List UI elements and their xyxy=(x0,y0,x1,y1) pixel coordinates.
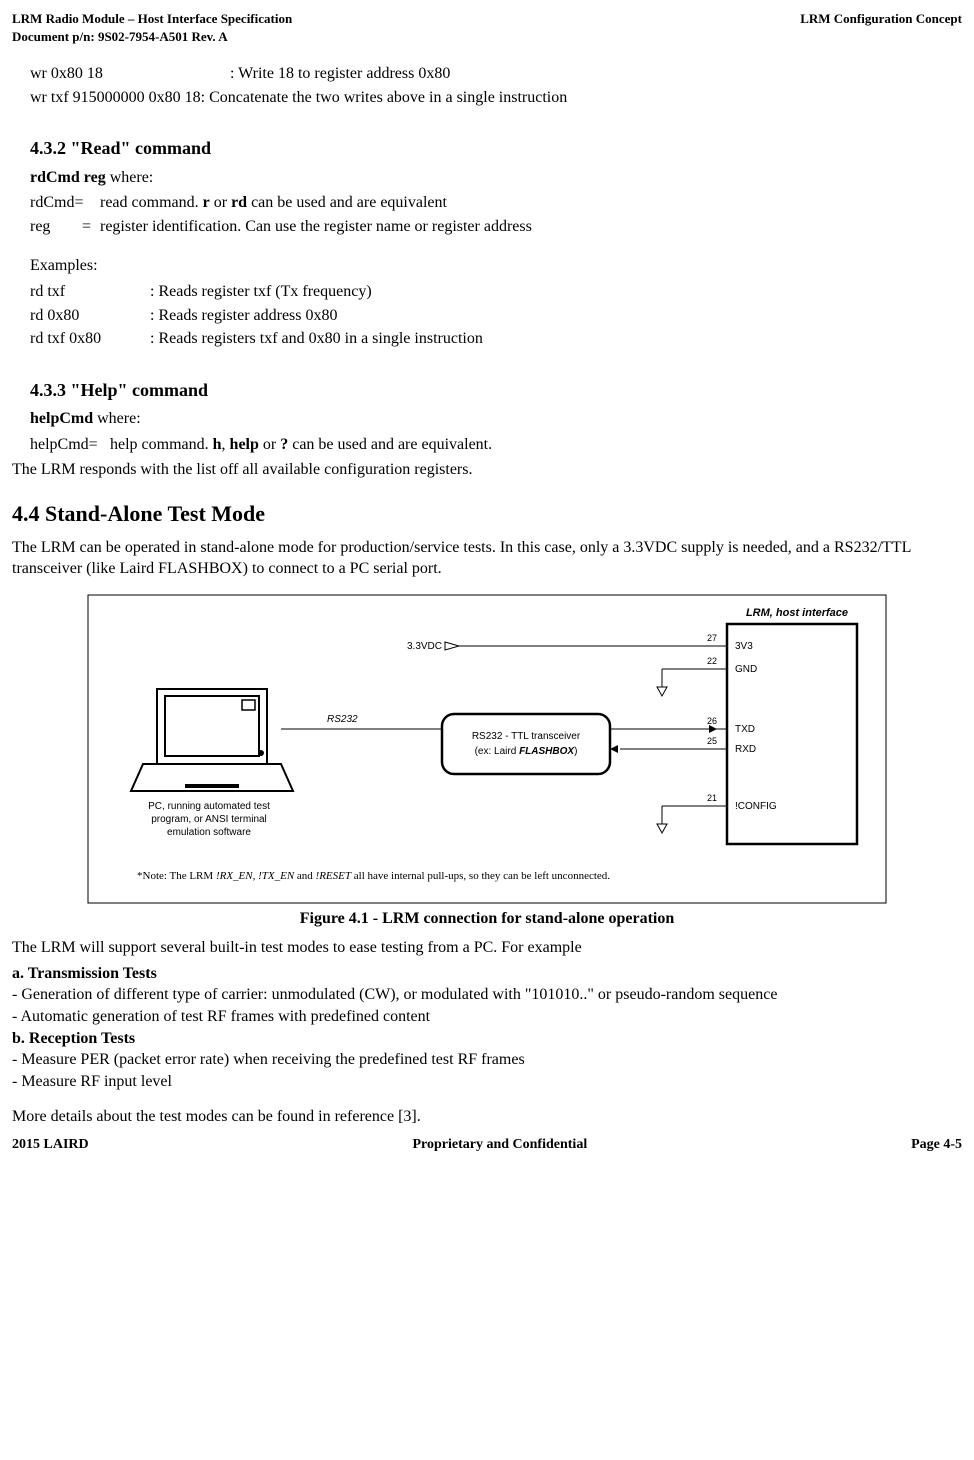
help-syntax: helpCmd where: xyxy=(30,408,962,430)
p-after-fig: The LRM will support several built-in te… xyxy=(12,937,962,959)
b-line1: - Measure PER (packet error rate) when r… xyxy=(12,1049,962,1071)
fig-sig-rxd: RXD xyxy=(735,744,756,755)
help-def-val: help command. h, help or ? can be used a… xyxy=(110,434,492,456)
rd-def2-eq: = xyxy=(82,216,100,238)
read-syntax-cmd: rdCmd reg xyxy=(30,169,106,186)
fig-pin26: 26 xyxy=(707,716,717,726)
rd-def1-rd: rd xyxy=(231,194,247,211)
read-example-2: rd 0x80 : Reads register address 0x80 xyxy=(30,305,962,327)
rd-def1-or: or xyxy=(210,194,231,211)
fig-rs232: RS232 xyxy=(327,714,358,725)
rd-ex1-cmd: rd txf xyxy=(30,281,150,303)
a-heading: a. Transmission Tests xyxy=(12,963,962,985)
fig-transceiver-l2: (ex: Laird FLASHBOX) xyxy=(475,746,578,757)
page-header: LRM Radio Module – Host Interface Specif… xyxy=(12,10,962,45)
help-def-pre: help command. xyxy=(110,436,213,453)
header-title: LRM Radio Module – Host Interface Specif… xyxy=(12,11,292,26)
fig-pc-l1: PC, running automated test xyxy=(148,801,270,812)
examples-label: Examples: xyxy=(30,255,962,277)
rd-ex2-cmd: rd 0x80 xyxy=(30,305,150,327)
help-def-tail: can be used and are equivalent. xyxy=(288,436,492,453)
p-44: The LRM can be operated in stand-alone m… xyxy=(12,537,962,580)
heading-44: 4.4 Stand-Alone Test Mode xyxy=(12,499,962,529)
figure-svg: LRM, host interface 3V3 GND TXD RXD !CON… xyxy=(87,594,887,904)
footer-center: Proprietary and Confidential xyxy=(412,1136,587,1155)
b-heading: b. Reception Tests xyxy=(12,1028,962,1050)
fig-sig-txd: TXD xyxy=(735,724,755,735)
laptop-icon xyxy=(131,689,293,791)
a-line1: - Generation of different type of carrie… xyxy=(12,984,962,1006)
read-def-rdcmd: rdCmd= read command. r or rd can be used… xyxy=(30,192,962,214)
write-example-2: wr txf 915000000 0x80 18: Concatenate th… xyxy=(30,87,962,109)
page-footer: 2015 LAIRD Proprietary and Confidential … xyxy=(12,1136,962,1155)
fig-pin22: 22 xyxy=(707,656,717,666)
help-def-help: help xyxy=(230,436,259,453)
fig-sig-config: !CONFIG xyxy=(735,801,777,812)
fig-pc-l2: program, or ANSI terminal xyxy=(151,814,267,825)
fig-note: *Note: The LRM !RX_EN, !TX_EN and !RESET… xyxy=(137,870,610,882)
help-def-c2: or xyxy=(259,436,280,453)
fig-pc-l3: emulation software xyxy=(167,827,251,838)
fig-pin21: 21 xyxy=(707,793,717,803)
help-syntax-cmd: helpCmd xyxy=(30,410,93,427)
rd-def2-val: register identification. Can use the reg… xyxy=(100,216,532,238)
a-line2: - Automatic generation of test RF frames… xyxy=(12,1006,962,1028)
fig-label-lrm: LRM, host interface xyxy=(746,607,848,619)
help-def-h: h xyxy=(213,436,222,453)
rd-def1-r: r xyxy=(203,194,210,211)
heading-432: 4.3.2 "Read" command xyxy=(30,136,962,160)
rd-def1-val: read command. r or rd can be used and ar… xyxy=(100,192,447,214)
fig-pin25: 25 xyxy=(707,736,717,746)
read-syntax-where: where: xyxy=(106,169,154,186)
fig-transceiver-l1: RS232 - TTL transceiver xyxy=(472,731,581,742)
figure-caption: Figure 4.1 - LRM connection for stand-al… xyxy=(12,908,962,930)
rd-ex3-desc: : Reads registers txf and 0x80 in a sing… xyxy=(150,328,483,350)
footer-right: Page 4-5 xyxy=(911,1136,962,1155)
wr-ex1-desc: : Write 18 to register address 0x80 xyxy=(230,63,450,85)
fig-sig-3v3: 3V3 xyxy=(735,641,753,652)
wr-ex1-cmd: wr 0x80 18 xyxy=(30,63,230,85)
rd-ex2-desc: : Reads register address 0x80 xyxy=(150,305,338,327)
rd-def2-key: reg xyxy=(30,216,82,238)
help-def: helpCmd= help command. h, help or ? can … xyxy=(30,434,962,456)
rd-def1-pre: read command. xyxy=(100,194,203,211)
fig-pin27: 27 xyxy=(707,633,717,643)
heading-433: 4.3.3 "Help" command xyxy=(30,378,962,402)
rd-ex3-cmd: rd txf 0x80 xyxy=(30,328,150,350)
read-example-3: rd txf 0x80 : Reads registers txf and 0x… xyxy=(30,328,962,350)
rd-ex1-desc: : Reads register txf (Tx frequency) xyxy=(150,281,372,303)
header-doc-pn: Document p/n: 9S02-7954-A501 Rev. A xyxy=(12,29,228,44)
help-syntax-where: where: xyxy=(93,410,141,427)
header-left: LRM Radio Module – Host Interface Specif… xyxy=(12,10,292,45)
more-details: More details about the test modes can be… xyxy=(12,1106,962,1128)
figure-41: LRM, host interface 3V3 GND TXD RXD !CON… xyxy=(12,594,962,904)
read-example-1: rd txf : Reads register txf (Tx frequenc… xyxy=(30,281,962,303)
read-def-reg: reg = register identification. Can use t… xyxy=(30,216,962,238)
rd-def1-key: rdCmd= xyxy=(30,192,100,214)
write-example-1: wr 0x80 18 : Write 18 to register addres… xyxy=(30,63,962,85)
help-def-key: helpCmd= xyxy=(30,434,110,456)
footer-left: 2015 LAIRD xyxy=(12,1136,89,1155)
rd-def1-tail: can be used and are equivalent xyxy=(247,194,447,211)
fig-sig-gnd: GND xyxy=(735,664,757,675)
help-def-c1: , xyxy=(222,436,230,453)
fig-33vdc: 3.3VDC xyxy=(407,641,442,652)
read-syntax: rdCmd reg where: xyxy=(30,167,962,189)
help-response: The LRM responds with the list off all a… xyxy=(12,459,962,481)
header-right: LRM Configuration Concept xyxy=(800,10,962,45)
b-line2: - Measure RF input level xyxy=(12,1071,962,1093)
